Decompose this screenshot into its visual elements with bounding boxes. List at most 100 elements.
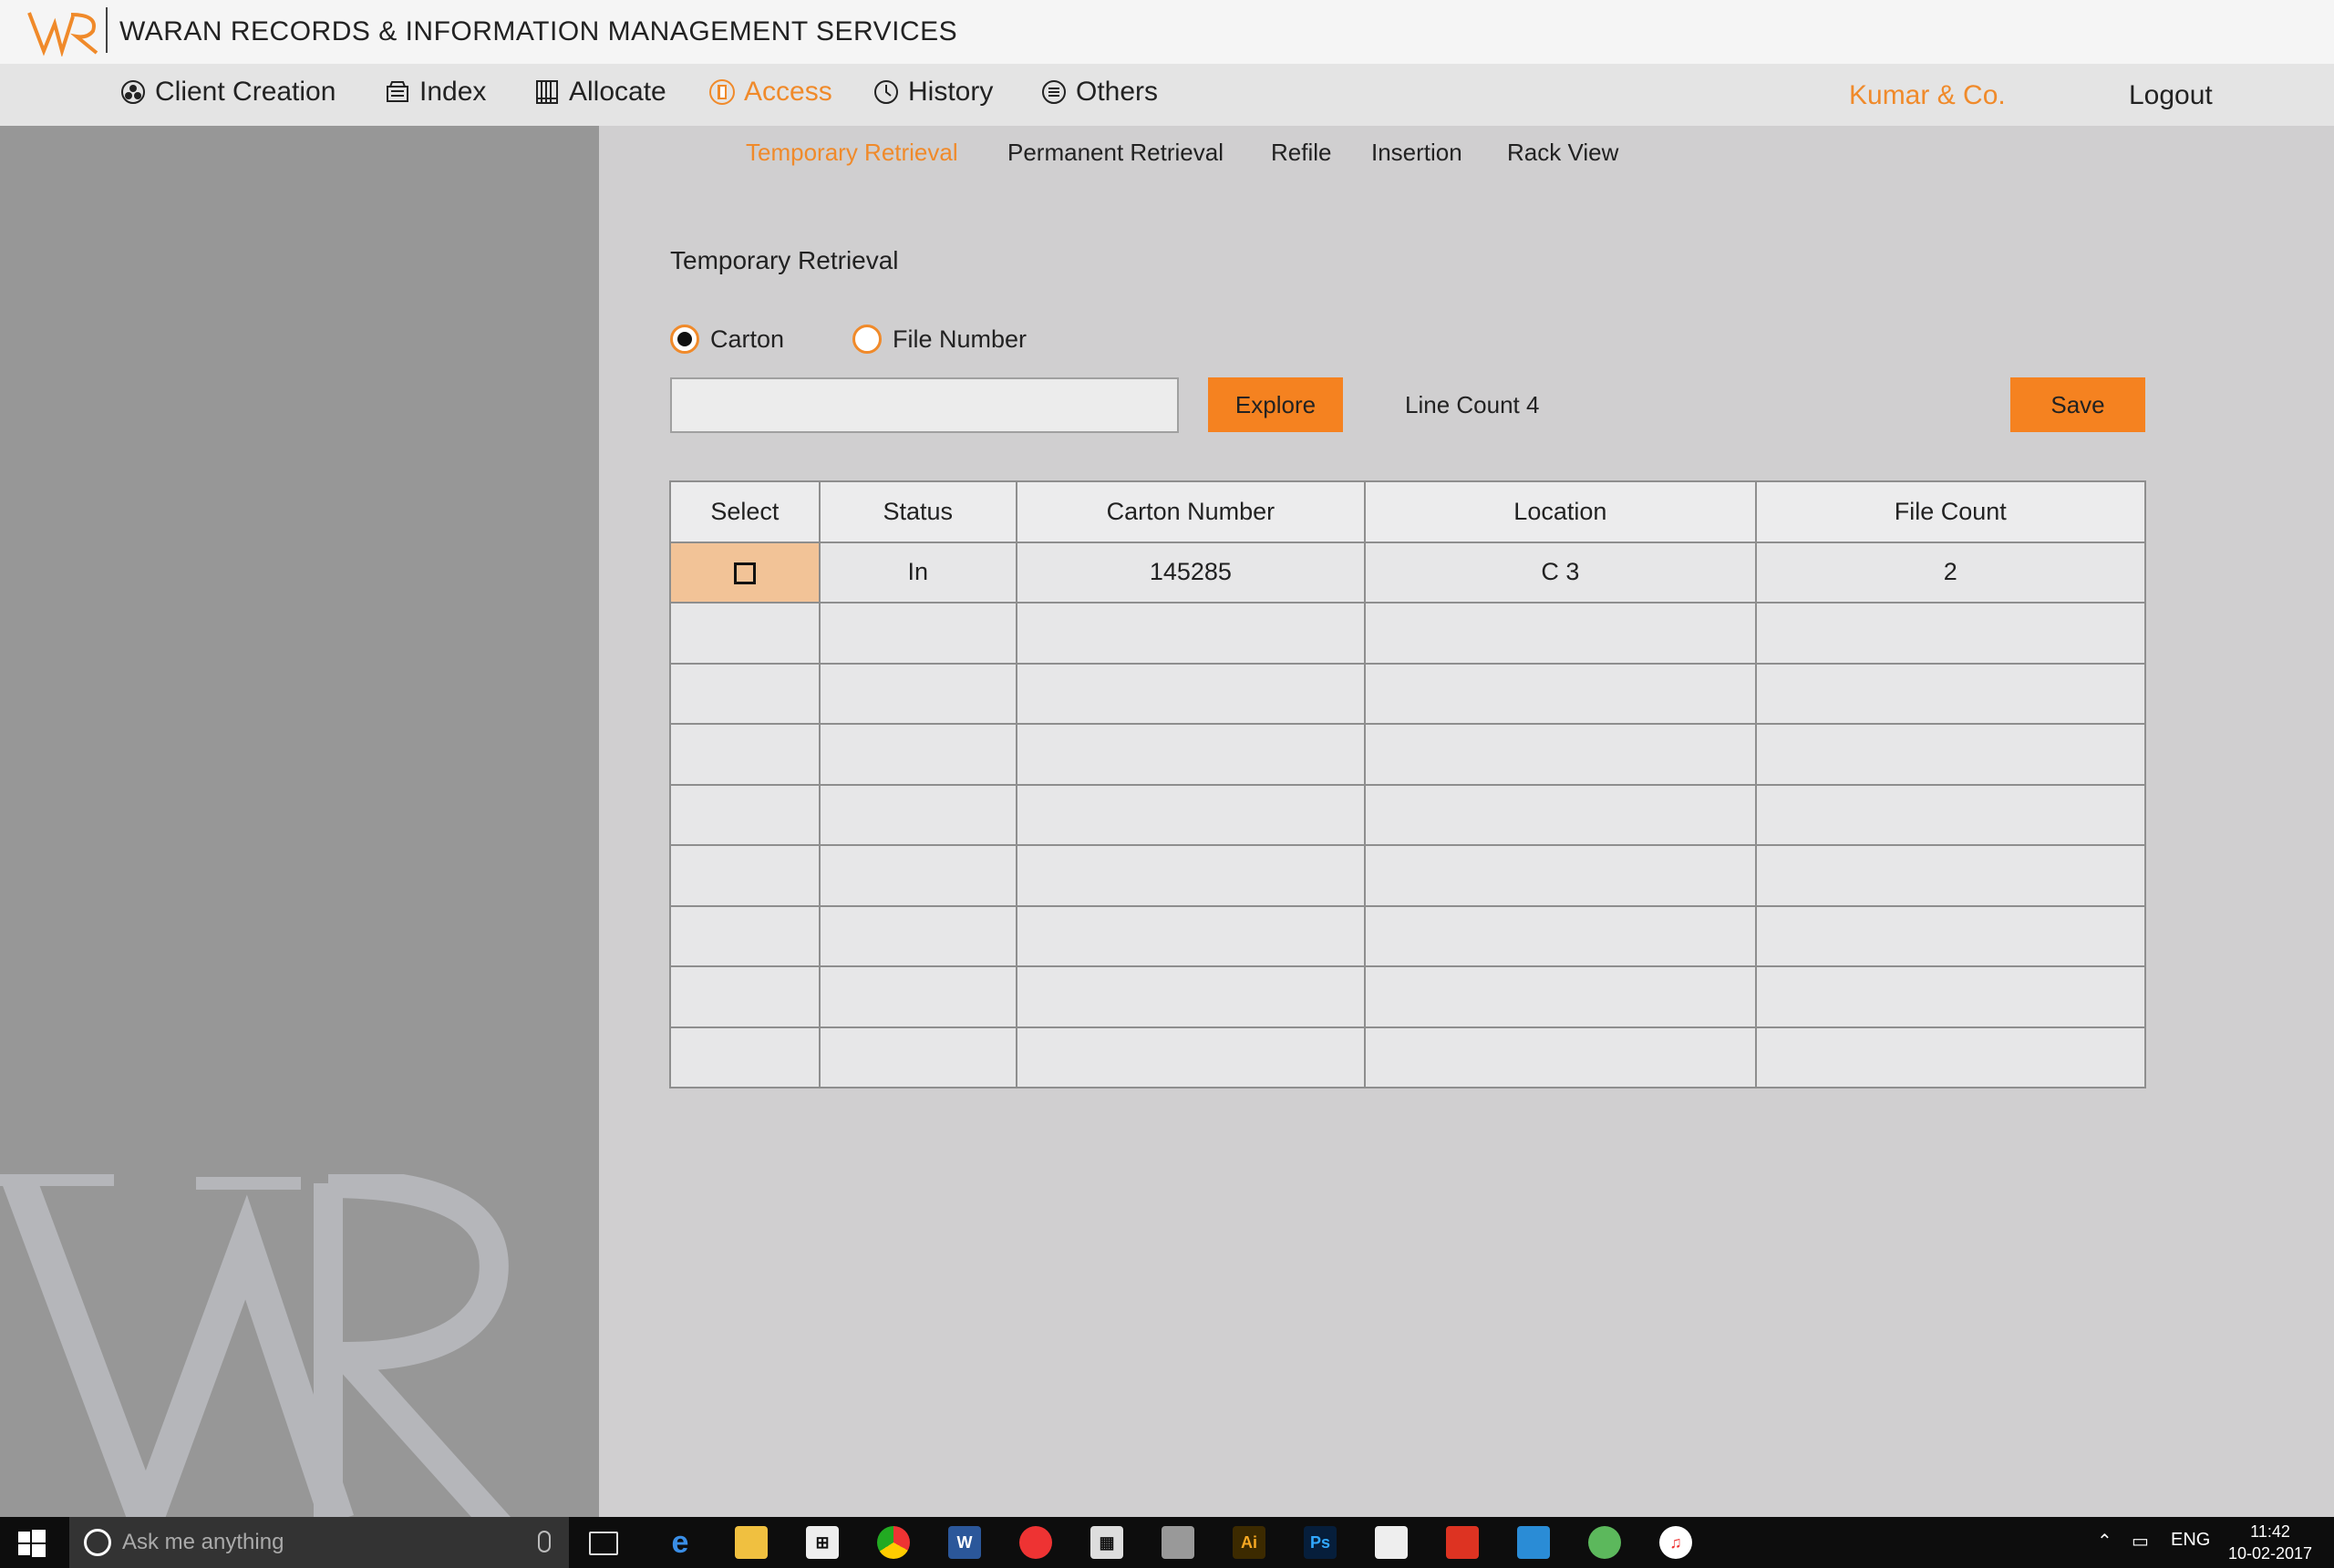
main-content: Temporary Retrieval Permanent Retrieval … (599, 126, 2334, 1517)
empty-cell (818, 904, 1017, 967)
nav-history[interactable]: History (872, 77, 993, 108)
search-input[interactable] (670, 377, 1179, 433)
logo-divider (106, 7, 108, 53)
line-count: Line Count 4 (1405, 391, 1540, 418)
empty-cell (1364, 602, 1757, 665)
green-app-icon[interactable] (1588, 1526, 1621, 1559)
empty-cell (818, 1026, 1017, 1088)
client-name: Kumar & Co. (1849, 80, 2006, 110)
column-header: Select (669, 480, 821, 543)
windows-start-icon[interactable] (16, 1528, 47, 1559)
empty-cell (818, 844, 1017, 907)
network-tray-icon[interactable]: ▭ (2132, 1530, 2149, 1553)
pdf-reader-icon[interactable] (1446, 1526, 1479, 1559)
radio-carton[interactable]: Carton (670, 325, 784, 354)
empty-cell (818, 723, 1017, 786)
clock-time: 11:42 (2250, 1522, 2290, 1541)
image-viewer-icon[interactable] (1375, 1526, 1408, 1559)
empty-cell (669, 723, 821, 786)
section-title: Temporary Retrieval (670, 246, 899, 274)
illustrator-icon[interactable]: Ai (1233, 1526, 1265, 1559)
column-header: Location (1364, 480, 1757, 543)
file-count-cell: 2 (1754, 541, 2147, 603)
nav-label: Access (744, 77, 832, 107)
subnav-refile[interactable]: Refile (1271, 139, 1331, 167)
subnav-temporary-retrieval[interactable]: Temporary Retrieval (746, 139, 958, 167)
empty-cell (818, 783, 1017, 846)
menu-icon (1039, 77, 1069, 107)
edge-browser-icon[interactable]: e (664, 1525, 697, 1560)
empty-cell (1754, 723, 2147, 786)
empty-cell (1015, 662, 1367, 725)
empty-cell (1364, 844, 1757, 907)
empty-cell (669, 783, 821, 846)
select-cell[interactable] (669, 541, 821, 603)
table-row-empty (669, 904, 2147, 967)
nav-others[interactable]: Others (1039, 77, 1158, 108)
nav-label: History (908, 77, 994, 107)
taskbar-search[interactable]: Ask me anything (69, 1517, 569, 1568)
subnav-insertion[interactable]: Insertion (1371, 139, 1462, 167)
table-header-row: Select Status Carton Number Location Fil… (669, 480, 2147, 543)
empty-cell (1754, 904, 2147, 967)
empty-cell (1754, 662, 2147, 725)
row-checkbox[interactable] (733, 562, 756, 585)
clock-date: 10-02-2017 (2227, 1544, 2313, 1563)
file-explorer-icon[interactable] (735, 1526, 768, 1559)
empty-cell (669, 1026, 821, 1088)
taskbar-clock[interactable]: 11:42 10-02-2017 (2221, 1521, 2319, 1564)
subnav-rack-view[interactable]: Rack View (1507, 139, 1618, 167)
save-button[interactable]: Save (2010, 377, 2145, 432)
scanner-icon[interactable] (1517, 1526, 1550, 1559)
table-row-empty (669, 965, 2147, 1028)
network-app-icon[interactable] (1162, 1526, 1194, 1559)
nav-client-creation[interactable]: Client Creation (119, 77, 336, 108)
status-cell: In (818, 541, 1017, 603)
access-icon (707, 77, 737, 107)
radio-label: Carton (710, 325, 785, 353)
nav-access[interactable]: Access (707, 77, 832, 108)
logout-link[interactable]: Logout (2129, 80, 2213, 111)
column-header: Status (818, 480, 1017, 543)
empty-cell (669, 844, 821, 907)
cortana-icon (84, 1529, 111, 1556)
photoshop-icon[interactable]: Ps (1304, 1526, 1337, 1559)
tray-chevron-icon[interactable]: ⌃ (2097, 1530, 2112, 1553)
carton-number-cell: 145285 (1015, 541, 1367, 603)
empty-cell (1015, 602, 1367, 665)
radio-selected-dot (677, 332, 692, 346)
task-view-icon[interactable] (589, 1532, 618, 1555)
taskbar-search-placeholder: Ask me anything (122, 1530, 284, 1554)
nav-label: Client Creation (155, 77, 336, 107)
table-row-empty (669, 1026, 2147, 1088)
microphone-icon[interactable] (538, 1531, 551, 1553)
explore-button[interactable]: Explore (1208, 377, 1343, 432)
empty-cell (1015, 844, 1367, 907)
itunes-icon[interactable]: ♫ (1659, 1526, 1692, 1559)
empty-cell (1015, 965, 1367, 1028)
wr-watermark-logo (0, 1174, 511, 1517)
empty-cell (1364, 965, 1757, 1028)
nav-index[interactable]: Index (383, 77, 486, 108)
allocate-icon (532, 77, 562, 107)
nav-allocate[interactable]: Allocate (532, 77, 666, 108)
empty-cell (818, 662, 1017, 725)
table-row-empty (669, 662, 2147, 725)
nav-label: Allocate (569, 77, 666, 107)
radio-file-number[interactable]: File Number (852, 325, 1027, 354)
record-app-icon[interactable] (1019, 1526, 1052, 1559)
chrome-icon[interactable] (877, 1526, 910, 1559)
table-row-empty (669, 723, 2147, 786)
sidebar (0, 126, 599, 1517)
word-icon[interactable]: W (948, 1526, 981, 1559)
language-indicator[interactable]: ENG (2171, 1530, 2210, 1551)
table-row[interactable]: In 145285 C 3 2 (669, 541, 2147, 603)
subnav-permanent-retrieval[interactable]: Permanent Retrieval (1007, 139, 1224, 167)
main-nav: Client Creation Index Allocate Access Hi… (0, 64, 2334, 126)
calculator-icon[interactable]: ▦ (1090, 1526, 1123, 1559)
store-icon[interactable]: ⊞ (806, 1526, 839, 1559)
empty-cell (1015, 723, 1367, 786)
radio-circle (852, 325, 882, 354)
table-row-empty (669, 602, 2147, 665)
empty-cell (1754, 602, 2147, 665)
